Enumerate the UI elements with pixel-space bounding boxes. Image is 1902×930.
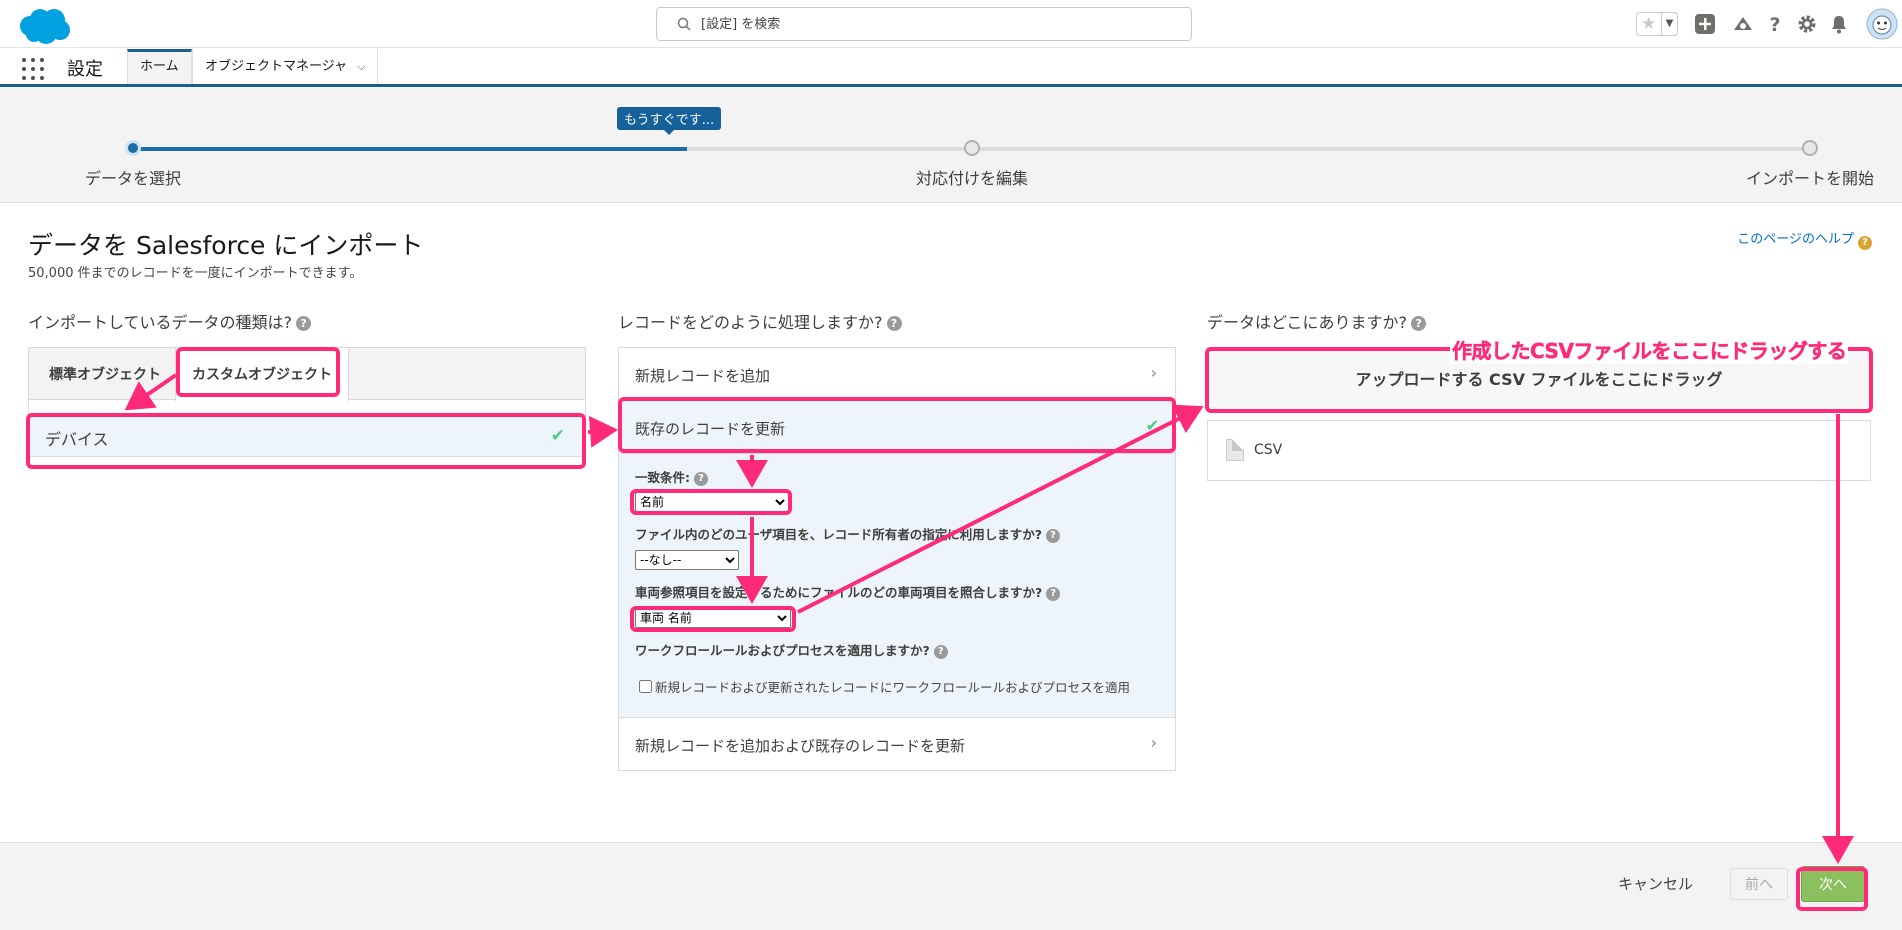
- record-action-heading: レコードをどのように処理しますか??: [618, 309, 902, 333]
- action-upsert[interactable]: 新規レコードを追加および既存のレコードを更新 ›: [619, 718, 1175, 771]
- cancel-button[interactable]: キャンセル: [1618, 873, 1693, 894]
- help-icon[interactable]: ?: [886, 316, 902, 331]
- owner-field-label: ファイル内のどのユーザ項目を、レコード所有者の指定に利用しますか??: [635, 524, 1061, 543]
- tab-standard-objects[interactable]: 標準オブジェクト: [49, 364, 161, 384]
- help-icon[interactable]: ?: [1764, 13, 1786, 35]
- avatar[interactable]: [1866, 8, 1898, 40]
- workflow-label: ワークフロールールおよびプロセスを適用しますか??: [635, 640, 948, 659]
- file-type-label: CSV: [1254, 442, 1283, 458]
- object-type-panel: 標準オブジェクト カスタムオブジェクト デバイス ✔: [28, 347, 586, 457]
- owner-field-select[interactable]: --なし--: [635, 550, 739, 570]
- tab-home-label: ホーム: [140, 59, 179, 74]
- progress-step-2-label: 対応付けを編集: [916, 169, 1029, 188]
- checkmark-icon: ✔: [550, 426, 565, 446]
- object-type-heading: インポートしているデータの種類は??: [28, 309, 312, 333]
- object-item-label: デバイス: [45, 430, 109, 449]
- workflow-label-text: ワークフロールールおよびプロセスを適用しますか?: [635, 643, 930, 658]
- tab-object-manager[interactable]: オブジェクトマネージャ ⌵: [192, 49, 379, 84]
- file-type-list: CSV: [1207, 420, 1871, 481]
- match-condition-select[interactable]: 名前: [635, 492, 789, 512]
- app-nav: 設定 ホーム オブジェクトマネージャ ⌵: [0, 49, 1902, 87]
- app-name: 設定: [67, 59, 103, 80]
- chevron-right-icon: ›: [1150, 363, 1157, 382]
- tab-object-manager-label: オブジェクトマネージャ: [205, 59, 348, 74]
- trailhead-icon[interactable]: [1732, 13, 1754, 35]
- global-header: ★ ▼ ?: [0, 0, 1902, 48]
- chevron-down-icon[interactable]: ▼: [1661, 13, 1677, 35]
- help-link-label[interactable]: このページのヘルプ: [1737, 232, 1854, 247]
- help-link[interactable]: このページのヘルプ?: [1737, 228, 1872, 250]
- file-type-csv[interactable]: CSV: [1226, 439, 1282, 461]
- data-location-heading-label: データはどこにありますか?: [1207, 313, 1408, 332]
- progress-step-3-label: インポートを開始: [1746, 169, 1875, 188]
- file-icon: [1226, 439, 1244, 461]
- action-upsert-label: 新規レコードを追加および既存のレコードを更新: [635, 737, 966, 755]
- workflow-checkbox-label: 新規レコードおよび更新されたレコードにワークフロールールおよびプロセスを適用: [655, 680, 1131, 695]
- match-condition-label-text: 一致条件:: [635, 470, 690, 485]
- object-type-tabs: 標準オブジェクト カスタムオブジェクト: [29, 348, 585, 401]
- workflow-checkbox-row[interactable]: 新規レコードおよび更新されたレコードにワークフロールールおよびプロセスを適用: [639, 677, 1130, 696]
- action-update-existing[interactable]: 既存のレコードを更新 ✔: [619, 401, 1175, 454]
- salesforce-logo[interactable]: [14, 6, 74, 46]
- footer: キャンセル 前へ 次へ: [0, 842, 1902, 930]
- next-button[interactable]: 次へ: [1801, 866, 1865, 902]
- favorites-button[interactable]: ★ ▼: [1636, 12, 1678, 36]
- progress-step-1-label: データを選択: [85, 169, 182, 188]
- checkmark-icon: ✔: [1145, 416, 1159, 435]
- gear-icon[interactable]: [1796, 13, 1818, 35]
- update-options: 一致条件:? 名前 ファイル内のどのユーザ項目を、レコード所有者の指定に利用しま…: [619, 454, 1175, 718]
- help-icon[interactable]: ?: [1411, 316, 1427, 331]
- object-item-device[interactable]: デバイス ✔: [29, 416, 585, 456]
- search-box[interactable]: [656, 7, 1192, 41]
- tab-custom-objects[interactable]: カスタムオブジェクト: [175, 348, 349, 401]
- record-action-panel: 新規レコードを追加 › 既存のレコードを更新 ✔ 一致条件:? 名前 ファイル内…: [618, 347, 1176, 771]
- progress-step-1-dot[interactable]: [125, 140, 141, 156]
- chevron-down-icon[interactable]: ⌵: [357, 49, 365, 84]
- record-action-heading-label: レコードをどのように処理しますか?: [618, 313, 883, 332]
- page-subtitle: 50,000 件までのレコードを一度にインポートできます。: [28, 266, 363, 281]
- annotation-arrow: [587, 415, 618, 448]
- svg-text:?: ?: [1769, 14, 1780, 35]
- help-icon[interactable]: ?: [694, 472, 708, 486]
- data-location-heading: データはどこにありますか??: [1207, 309, 1427, 333]
- search-icon: [677, 17, 691, 31]
- help-icon[interactable]: ?: [296, 316, 312, 331]
- bell-icon[interactable]: [1828, 13, 1850, 35]
- help-icon[interactable]: ?: [1046, 587, 1061, 601]
- workflow-checkbox[interactable]: [639, 680, 652, 693]
- help-icon: ?: [1858, 236, 1872, 250]
- match-condition-label: 一致条件:?: [635, 467, 708, 486]
- owner-field-label-text: ファイル内のどのユーザ項目を、レコード所有者の指定に利用しますか?: [635, 527, 1043, 542]
- progress-tooltip: もうすぐです...: [617, 107, 722, 135]
- chevron-right-icon: ›: [1150, 733, 1157, 752]
- action-update-existing-label: 既存のレコードを更新: [635, 420, 786, 438]
- help-icon[interactable]: ?: [1046, 529, 1061, 543]
- object-type-heading-label: インポートしているデータの種類は?: [28, 313, 293, 332]
- action-add-new-label: 新規レコードを追加: [635, 367, 771, 385]
- tab-home[interactable]: ホーム: [127, 49, 192, 84]
- progress-fill: [134, 147, 688, 151]
- add-icon[interactable]: [1694, 13, 1716, 35]
- previous-button[interactable]: 前へ: [1730, 868, 1788, 900]
- search-input[interactable]: [701, 13, 1171, 35]
- annotation-callout: 作成したCSVファイルをここにドラッグする: [1450, 335, 1849, 364]
- progress-step-3-dot[interactable]: [1802, 140, 1818, 156]
- lookup-field-select[interactable]: 車両 名前: [635, 608, 791, 628]
- app-launcher-icon[interactable]: [22, 58, 44, 80]
- lookup-field-label-text: 車両参照項目を設定するためにファイルのどの車両項目を照合しますか?: [635, 585, 1043, 600]
- help-icon[interactable]: ?: [933, 645, 948, 659]
- lookup-field-label: 車両参照項目を設定するためにファイルのどの車両項目を照合しますか??: [635, 582, 1061, 601]
- favorites-star-icon: ★: [1641, 14, 1657, 34]
- page-title: データを Salesforce にインポート: [28, 231, 424, 260]
- action-add-new[interactable]: 新規レコードを追加 ›: [619, 348, 1175, 401]
- progress-indicator: もうすぐです... データを選択 対応付けを編集 インポートを開始: [0, 87, 1902, 203]
- progress-step-2-dot[interactable]: [964, 140, 980, 156]
